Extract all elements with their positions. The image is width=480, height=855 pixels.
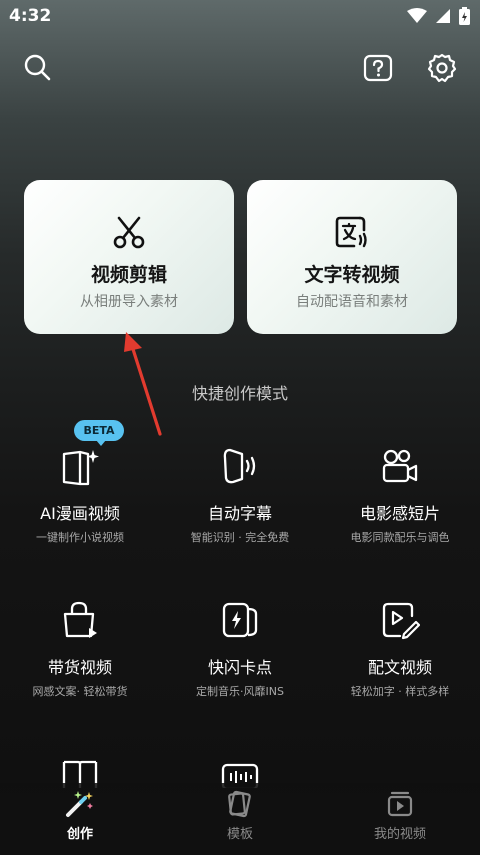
movie-camera-icon bbox=[382, 449, 418, 483]
help-icon[interactable] bbox=[362, 52, 394, 84]
wifi-icon bbox=[407, 8, 427, 23]
tab-label: 创作 bbox=[66, 827, 93, 842]
my-video-icon bbox=[387, 791, 413, 817]
tab-label: 我的视频 bbox=[373, 827, 426, 842]
battery-icon bbox=[459, 7, 470, 25]
feature-text-video[interactable]: 配文视频 轻松加字 · 样式多样 bbox=[320, 600, 480, 699]
feature-subtitle: 轻松加字 · 样式多样 bbox=[350, 685, 450, 698]
section-title: 快捷创作模式 bbox=[191, 384, 288, 403]
tab-label: 模板 bbox=[226, 827, 253, 842]
template-icon bbox=[228, 790, 251, 818]
tab-create[interactable]: 创作 bbox=[0, 789, 160, 842]
feature-title: 带货视频 bbox=[47, 658, 112, 677]
text-to-video-card[interactable]: 文字转视频 自动配语音和素材 bbox=[247, 180, 457, 334]
card-title: 视频剪辑 bbox=[90, 264, 167, 286]
feature-subtitle: 一键制作小说视频 bbox=[36, 531, 124, 544]
system-icons bbox=[407, 7, 470, 25]
card-subtitle: 自动配语音和素材 bbox=[296, 294, 408, 310]
feature-subtitle: 定制音乐·风靡INS bbox=[196, 685, 284, 698]
feature-subtitle: 电影同款配乐与调色 bbox=[350, 531, 450, 544]
feature-subtitle: 网感文案· 轻松带货 bbox=[32, 685, 128, 698]
feature-title: 配文视频 bbox=[367, 658, 432, 677]
feature-cinematic[interactable]: 电影感短片 电影同款配乐与调色 bbox=[320, 446, 480, 545]
magic-wand-icon bbox=[66, 791, 93, 817]
search-icon[interactable] bbox=[22, 52, 54, 84]
card-title: 文字转视频 bbox=[304, 264, 400, 286]
status-bar: 4:32 bbox=[0, 0, 480, 34]
feature-ai-comic[interactable]: AI漫画视频 一键制作小说视频 bbox=[0, 446, 160, 545]
signal-icon bbox=[436, 9, 450, 23]
shopping-bag-icon bbox=[63, 601, 97, 638]
feature-auto-caption[interactable]: 自动字幕 智能识别 · 完全免费 bbox=[160, 446, 320, 545]
ai-comic-icon bbox=[62, 450, 99, 486]
feature-title: 自动字幕 bbox=[207, 504, 272, 523]
feature-subtitle: 智能识别 · 完全免费 bbox=[190, 531, 290, 544]
text-to-video-icon bbox=[335, 216, 367, 248]
feature-shopping-video[interactable]: 带货视频 网感文案· 轻松带货 bbox=[0, 600, 160, 699]
feature-title: AI漫画视频 bbox=[40, 504, 120, 523]
scissors-icon bbox=[113, 216, 145, 249]
flash-beat-icon bbox=[222, 602, 258, 638]
card-subtitle: 从相册导入素材 bbox=[80, 294, 178, 310]
settings-gear-icon[interactable] bbox=[426, 52, 458, 84]
feature-title: 电影感短片 bbox=[359, 504, 440, 523]
feature-flash-beat[interactable]: 快闪卡点 定制音乐·风靡INS bbox=[160, 600, 320, 699]
tab-templates[interactable]: 模板 bbox=[160, 789, 320, 842]
tab-my-videos[interactable]: 我的视频 bbox=[320, 789, 480, 842]
bottom-navigation: 创作 模板 我的视频 bbox=[0, 783, 480, 855]
text-video-icon bbox=[382, 602, 420, 640]
status-time: 4:32 bbox=[9, 6, 52, 26]
auto-caption-icon bbox=[223, 448, 256, 484]
video-edit-card[interactable]: 视频剪辑 从相册导入素材 bbox=[24, 180, 234, 334]
beta-badge: BETA bbox=[74, 420, 124, 446]
feature-title: 快闪卡点 bbox=[207, 658, 272, 677]
